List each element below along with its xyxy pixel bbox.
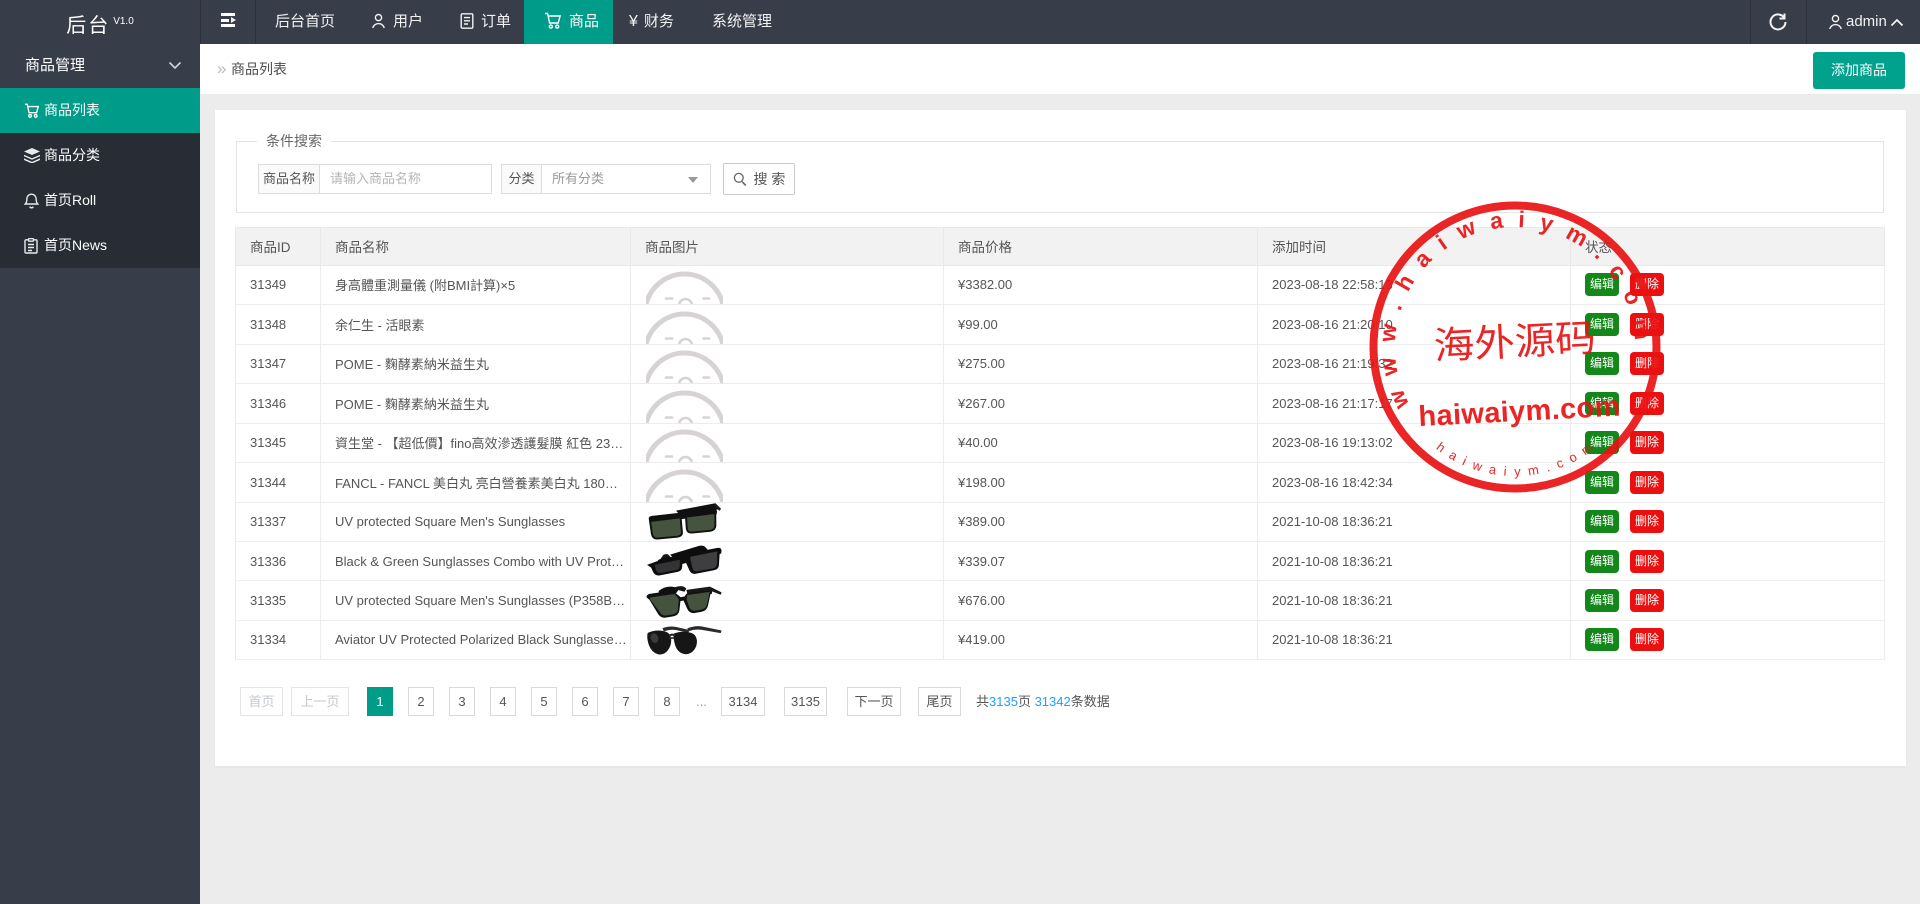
svg-text:haiwaiym.com: haiwaiym.com <box>1418 391 1621 434</box>
svg-text:海外源码: 海外源码 <box>1433 318 1597 368</box>
svg-text:www.haiwaiym.com: www.haiwaiym.com <box>1367 199 1660 415</box>
